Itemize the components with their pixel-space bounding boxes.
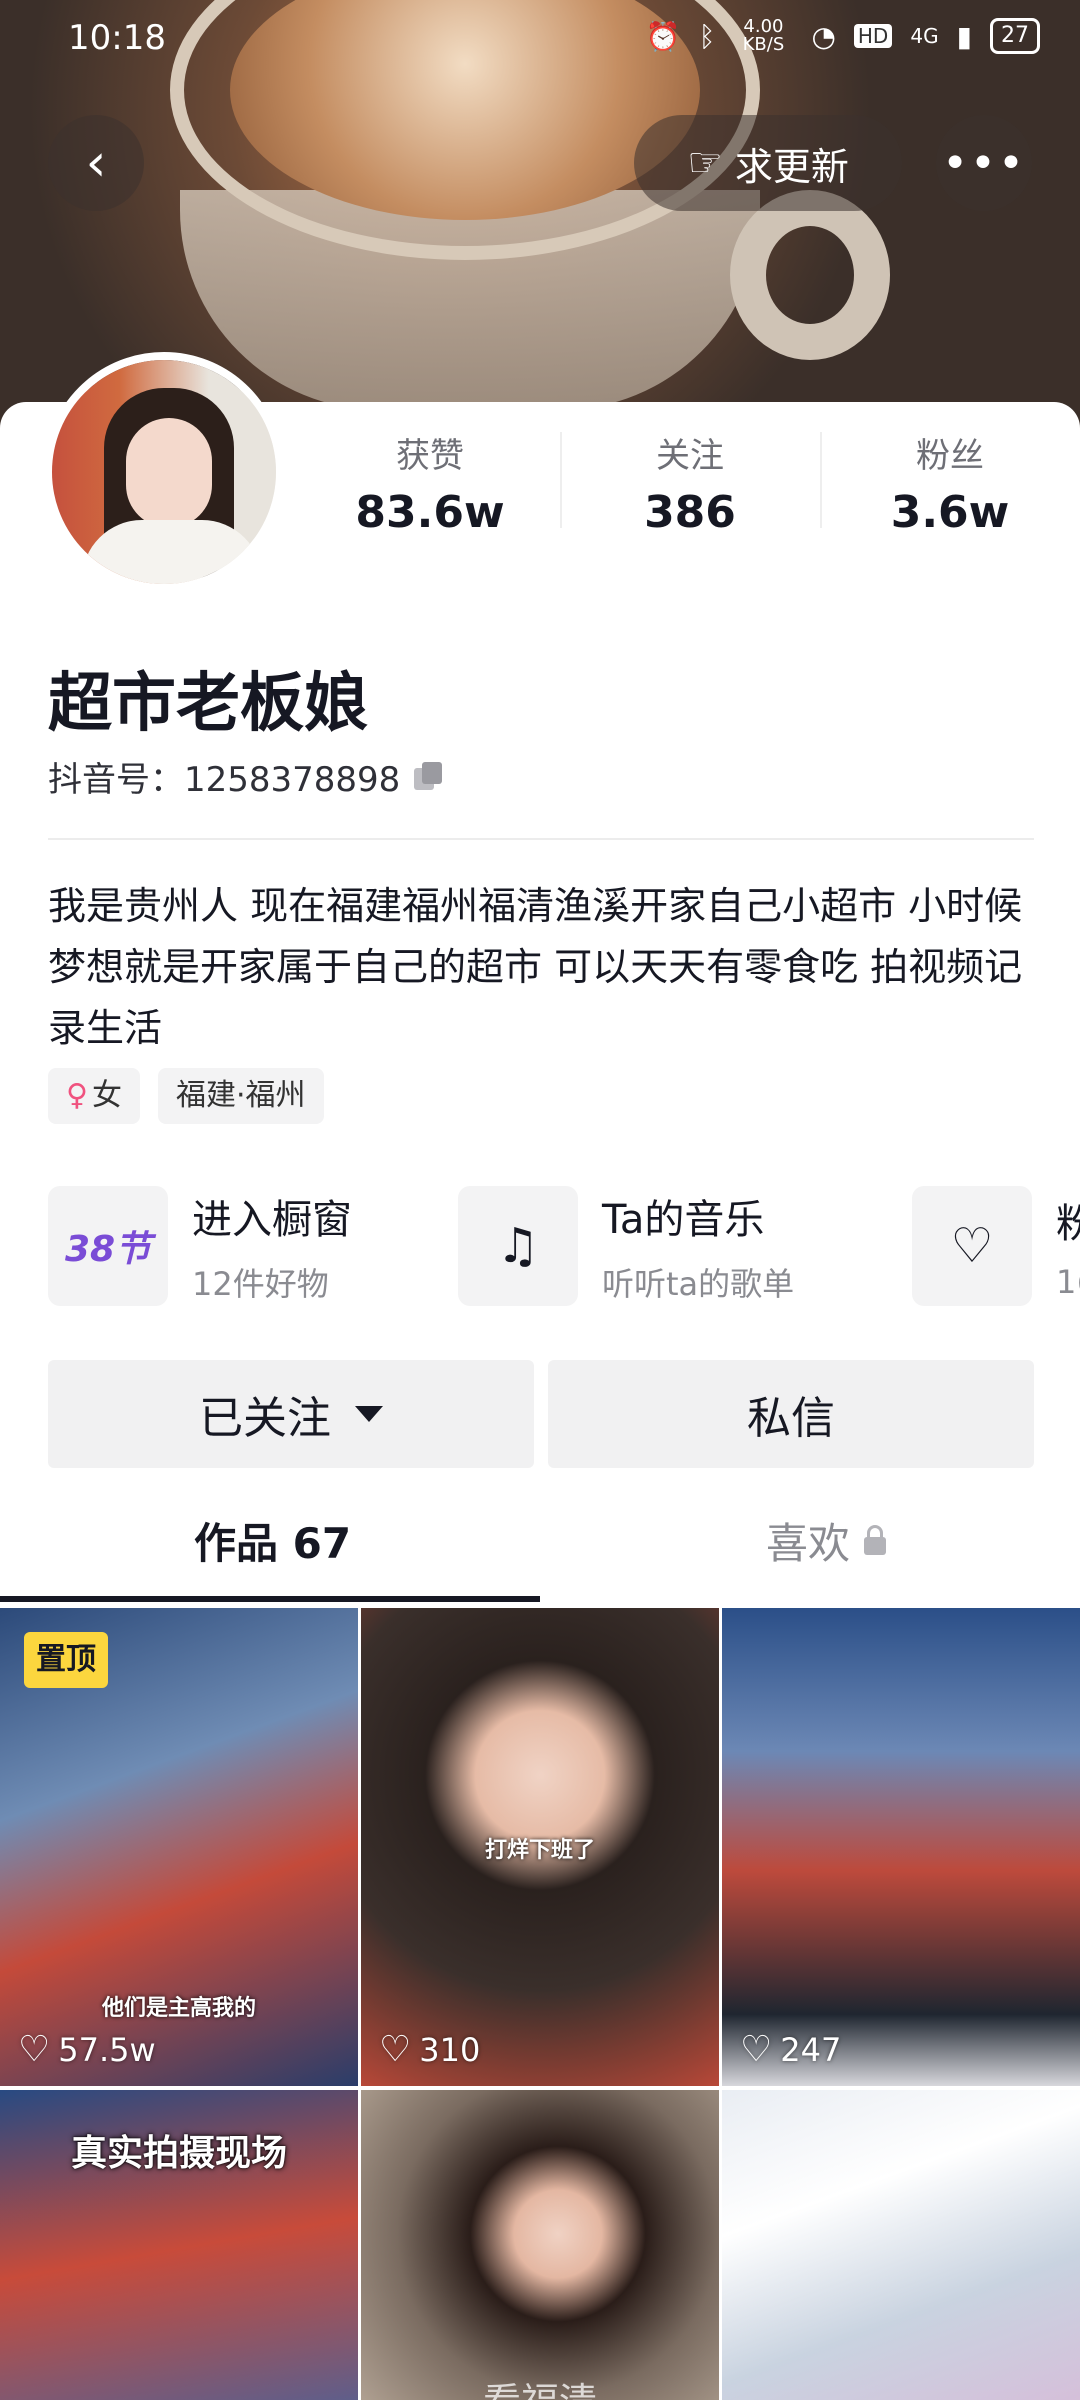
- copy-icon[interactable]: [414, 761, 443, 792]
- tab-works-label: 作品 67: [194, 1519, 352, 1568]
- stat-value: 3.6w: [890, 487, 1010, 538]
- gender-tag: ♀ 女: [48, 1068, 140, 1124]
- feature-title: 进入橱窗: [192, 1197, 352, 1243]
- profile-screen: 10:18 ⏰ ᛒ 4.00 KB/S ◔ HD 4G ▮ 27 ‹ ☞ 求更新…: [0, 0, 1080, 2400]
- video-thumb[interactable]: 打烊下班了 ♡ 310: [361, 1608, 719, 2086]
- video-caption: 打烊下班了: [484, 1838, 595, 1863]
- tab-likes[interactable]: 喜欢: [766, 1510, 887, 1571]
- alarm-icon: ⏰: [645, 19, 681, 53]
- stat-followers[interactable]: 粉丝 3.6w: [820, 428, 1080, 538]
- avatar[interactable]: [44, 352, 284, 592]
- douyin-id-row: 抖音号：1258378898: [48, 752, 443, 801]
- caret-down-icon: [355, 1406, 383, 1422]
- hd-icon: HD: [853, 24, 893, 48]
- video-thumb[interactable]: [722, 2090, 1080, 2400]
- status-bar: 10:18 ⏰ ᛒ 4.00 KB/S ◔ HD 4G ▮ 27: [0, 0, 1080, 80]
- heart-icon: ♡: [18, 2029, 51, 2070]
- video-thumb[interactable]: 真实拍摄现场: [0, 2090, 358, 2400]
- likes-count: 247: [780, 2030, 842, 2069]
- stat-value: 386: [644, 487, 736, 538]
- chevron-left-icon: ‹: [85, 133, 107, 193]
- profile-bio: 我是贵州人 现在福建福州福清渔溪开家自己小超市 小时候梦想就是开家属于自己的超市…: [48, 884, 1023, 1050]
- bluetooth-icon: ᛒ: [698, 19, 716, 53]
- feature-sub: 12件好物: [192, 1265, 329, 1303]
- video-likes: ♡ 247: [740, 2029, 841, 2070]
- video-likes: ♡ 310: [379, 2029, 480, 2070]
- stat-label: 粉丝: [916, 436, 984, 476]
- more-dots-icon: •••: [942, 137, 1026, 189]
- video-caption: 真实拍摄现场: [70, 2133, 287, 2174]
- video-thumb[interactable]: 置顶 他们是主高我的 ♡ 57.5w: [0, 1608, 358, 2086]
- back-button[interactable]: ‹: [48, 115, 144, 211]
- likes-count: 57.5w: [58, 2030, 156, 2069]
- fan-group-entry[interactable]: ♡ 粉 1(: [912, 1186, 1080, 1306]
- net-speed: 4.00 KB/S: [742, 16, 785, 55]
- feature-sub: 听听ta的歌单: [602, 1265, 795, 1303]
- heart-icon: ♡: [379, 2029, 412, 2070]
- video-likes: ♡ 57.5w: [18, 2029, 156, 2070]
- video-thumb[interactable]: 看福清: [361, 2090, 719, 2400]
- profile-tags: ♀ 女 福建·福州: [48, 1068, 324, 1124]
- video-grid: 置顶 他们是主高我的 ♡ 57.5w 打烊下班了 ♡ 310 ♡ 247 真实拍…: [0, 1608, 1080, 2400]
- watermark: 看福清: [361, 2371, 719, 2400]
- tab-likes-label: 喜欢: [766, 1519, 851, 1568]
- battery-icon: 27: [990, 18, 1040, 54]
- video-thumb[interactable]: ♡ 247: [722, 1608, 1080, 2086]
- signal-icon: ▮: [956, 19, 972, 53]
- music-note-icon: ♫: [458, 1186, 578, 1306]
- stat-following[interactable]: 关注 386: [560, 428, 820, 538]
- stat-label: 关注: [656, 436, 724, 476]
- tab-underline: [0, 1596, 540, 1602]
- feature-row: 38节 进入橱窗 12件好物 ♫ Ta的音乐 听听ta的歌单 ♡ 粉 1(: [48, 1186, 1080, 1316]
- more-button[interactable]: •••: [936, 115, 1032, 211]
- followed-button[interactable]: 已关注: [48, 1360, 534, 1468]
- female-icon: ♀: [66, 1078, 88, 1113]
- lock-icon: [864, 1524, 887, 1555]
- shop-window-entry[interactable]: 38节 进入橱窗 12件好物: [48, 1186, 352, 1306]
- profile-name: 超市老板娘: [48, 667, 368, 741]
- request-update-button[interactable]: ☞ 求更新: [634, 115, 902, 211]
- gender-label: 女: [91, 1078, 122, 1113]
- message-button[interactable]: 私信: [548, 1360, 1034, 1468]
- fan-group-icon: ♡: [912, 1186, 1032, 1306]
- heart-icon: ♡: [740, 2029, 773, 2070]
- likes-count: 310: [419, 2030, 481, 2069]
- status-icons: ⏰ ᛒ 4.00 KB/S ◔ HD 4G ▮ 27: [646, 18, 1040, 54]
- stat-value: 83.6w: [355, 487, 505, 538]
- status-time: 10:18: [68, 18, 166, 58]
- location-label: 福建·福州: [175, 1078, 306, 1113]
- divider: [48, 838, 1034, 840]
- stat-likes[interactable]: 获赞 83.6w: [300, 428, 560, 538]
- douyin-id: 抖音号：1258378898: [48, 760, 401, 800]
- festival-38-icon: 38节: [48, 1186, 168, 1306]
- tab-works[interactable]: 作品 67: [194, 1510, 351, 1571]
- message-label: 私信: [747, 1393, 835, 1444]
- feature-sub: 1(: [1056, 1263, 1080, 1301]
- music-entry[interactable]: ♫ Ta的音乐 听听ta的歌单: [458, 1186, 794, 1306]
- profile-stats: 获赞 83.6w 关注 386 粉丝 3.6w: [300, 428, 1080, 538]
- network-type: 4G: [910, 24, 939, 48]
- stat-label: 获赞: [396, 436, 464, 476]
- hand-pointer-icon: ☞: [687, 140, 723, 186]
- wifi-icon: ◔: [811, 19, 836, 53]
- cup-handle: [730, 190, 890, 360]
- pinned-badge: 置顶: [24, 1632, 108, 1688]
- video-caption: 他们是主高我的: [101, 1996, 256, 2021]
- location-tag: 福建·福州: [157, 1068, 324, 1124]
- request-update-label: 求更新: [734, 144, 849, 189]
- followed-label: 已关注: [199, 1393, 331, 1444]
- feature-title: 粉: [1056, 1201, 1080, 1247]
- content-tabs: 作品 67 喜欢: [0, 1500, 1080, 1604]
- feature-title: Ta的音乐: [602, 1197, 765, 1243]
